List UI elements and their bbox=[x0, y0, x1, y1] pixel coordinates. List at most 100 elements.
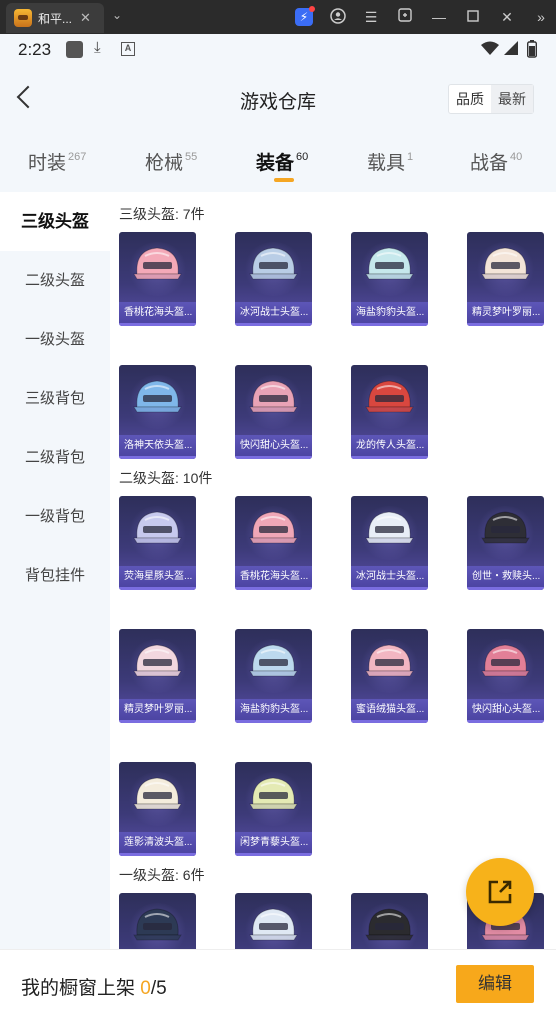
helmet-icon bbox=[365, 511, 414, 544]
card-underline bbox=[467, 587, 544, 590]
item-card[interactable]: 闲梦青藜头盔... bbox=[235, 762, 312, 856]
item-card[interactable]: 香桃花海头盔... bbox=[119, 232, 196, 326]
section-title: 一级头盔: 6件 bbox=[119, 867, 205, 883]
item-card[interactable]: 冰河战士头盔... bbox=[235, 232, 312, 326]
card-underline bbox=[235, 720, 312, 723]
item-card[interactable] bbox=[235, 893, 312, 949]
page-header: 游戏仓库 品质 最新 bbox=[0, 66, 556, 130]
tab-close-icon[interactable]: ✕ bbox=[80, 10, 91, 26]
bottom-bar: 我的橱窗上架 0/5 编辑 bbox=[0, 949, 556, 1019]
helmet-icon bbox=[249, 908, 298, 941]
signal-icon bbox=[503, 40, 519, 60]
expand-icon[interactable]: » bbox=[532, 8, 550, 26]
card-underline bbox=[351, 587, 428, 590]
tab-battle-gear[interactable]: 战备 40 bbox=[470, 148, 522, 175]
section-title: 二级头盔: 10件 bbox=[119, 470, 213, 486]
status-time: 2:23 bbox=[18, 40, 52, 59]
download-icon: ⤓ bbox=[94, 39, 101, 56]
a-badge-icon: A bbox=[121, 42, 135, 56]
window-tab[interactable]: 和平... ✕ bbox=[6, 3, 104, 33]
card-underline bbox=[119, 720, 196, 723]
sidebar-item[interactable]: 二级背包 bbox=[0, 428, 110, 487]
item-card[interactable]: 海盐豹豹头盔... bbox=[235, 629, 312, 723]
sort-latest-button[interactable]: 最新 bbox=[491, 85, 533, 113]
item-card[interactable] bbox=[119, 893, 196, 949]
helmet-icon bbox=[249, 511, 298, 544]
sidebar-item[interactable]: 三级背包 bbox=[0, 369, 110, 428]
item-card[interactable]: 冰河战士头盔... bbox=[351, 496, 428, 590]
sort-toggle: 品质 最新 bbox=[448, 84, 534, 114]
item-card[interactable]: 创世・救赎头... bbox=[467, 496, 544, 590]
app-icon bbox=[14, 9, 32, 27]
item-card[interactable]: 快闪甜心头盔... bbox=[467, 629, 544, 723]
item-card[interactable]: 快闪甜心头盔... bbox=[235, 365, 312, 459]
share-icon bbox=[488, 880, 512, 904]
menu-icon[interactable]: ☰ bbox=[362, 8, 380, 26]
minimize-icon[interactable]: — bbox=[430, 8, 448, 26]
tab-dropdown-icon[interactable]: ⌄ bbox=[112, 8, 122, 22]
share-button[interactable] bbox=[466, 858, 534, 926]
item-card[interactable]: 海盐豹豹头盔... bbox=[351, 232, 428, 326]
helmet-icon bbox=[133, 380, 182, 413]
helmet-icon bbox=[365, 908, 414, 941]
helmet-icon bbox=[249, 644, 298, 677]
helmet-icon bbox=[365, 380, 414, 413]
card-underline bbox=[351, 323, 428, 326]
sidebar-item[interactable]: 一级头盔 bbox=[0, 310, 110, 369]
sidebar: 三级头盔 二级头盔 一级头盔 三级背包 二级背包 一级背包 背包挂件 bbox=[0, 192, 110, 949]
card-underline bbox=[119, 853, 196, 856]
card-underline bbox=[119, 587, 196, 590]
card-underline bbox=[235, 853, 312, 856]
tab-equipment[interactable]: 装备 60 bbox=[256, 148, 308, 175]
item-card[interactable]: 莲影清波头盔... bbox=[119, 762, 196, 856]
close-window-icon[interactable]: ✕ bbox=[498, 8, 516, 26]
sort-quality-button[interactable]: 品质 bbox=[449, 85, 491, 113]
section-title: 三级头盔: 7件 bbox=[119, 206, 205, 222]
helmet-icon bbox=[133, 644, 182, 677]
card-underline bbox=[235, 587, 312, 590]
item-grid: 三级头盔: 7件香桃花海头盔... 冰河战士头盔... 海盐豹豹头盔... 精灵梦叶罗… bbox=[110, 192, 556, 949]
item-card[interactable]: 香桃花海头盔... bbox=[235, 496, 312, 590]
showcase-total: /5 bbox=[150, 978, 167, 999]
helmet-icon bbox=[133, 511, 182, 544]
item-card[interactable]: 精灵梦叶罗丽... bbox=[467, 232, 544, 326]
card-underline bbox=[467, 720, 544, 723]
app-notification-icon bbox=[66, 41, 83, 58]
active-tab-indicator bbox=[274, 178, 294, 182]
helmet-icon bbox=[133, 777, 182, 810]
card-underline bbox=[351, 720, 428, 723]
window-tab-title: 和平... bbox=[38, 11, 73, 26]
item-card[interactable]: 荧海星豚头盔... bbox=[119, 496, 196, 590]
item-card[interactable]: 龙的传人头盔... bbox=[351, 365, 428, 459]
helmet-icon bbox=[481, 511, 530, 544]
sidebar-item[interactable]: 三级头盔 bbox=[0, 192, 110, 251]
card-underline bbox=[119, 456, 196, 459]
helmet-icon bbox=[249, 380, 298, 413]
edit-button[interactable]: 编辑 bbox=[456, 965, 534, 1003]
status-bar: 2:23 ⤓ A bbox=[0, 34, 556, 66]
screenshot-icon[interactable] bbox=[396, 8, 414, 26]
tab-fashion[interactable]: 时装 267 bbox=[28, 148, 86, 175]
sidebar-item[interactable]: 背包挂件 bbox=[0, 546, 110, 605]
card-underline bbox=[467, 323, 544, 326]
account-icon[interactable] bbox=[329, 8, 347, 26]
item-card[interactable]: 精灵梦叶罗丽... bbox=[119, 629, 196, 723]
helmet-icon bbox=[365, 247, 414, 280]
helmet-icon bbox=[249, 777, 298, 810]
tab-vehicles[interactable]: 载具 1 bbox=[367, 148, 413, 175]
maximize-icon[interactable] bbox=[464, 8, 482, 26]
card-underline bbox=[119, 323, 196, 326]
window-titlebar: 和平... ✕ ⌄ ⚡ ☰ — ✕ » bbox=[0, 0, 556, 34]
card-underline bbox=[235, 456, 312, 459]
item-card[interactable]: 蜜语绒猫头盔... bbox=[351, 629, 428, 723]
lightning-icon[interactable]: ⚡ bbox=[295, 6, 315, 26]
item-card[interactable] bbox=[351, 893, 428, 949]
card-underline bbox=[235, 323, 312, 326]
sidebar-item[interactable]: 一级背包 bbox=[0, 487, 110, 546]
tab-weapons[interactable]: 枪械 55 bbox=[145, 148, 197, 175]
battery-icon bbox=[526, 40, 538, 62]
helmet-icon bbox=[133, 908, 182, 941]
sidebar-item[interactable]: 二级头盔 bbox=[0, 251, 110, 310]
helmet-icon bbox=[133, 247, 182, 280]
item-card[interactable]: 洛神天依头盔... bbox=[119, 365, 196, 459]
